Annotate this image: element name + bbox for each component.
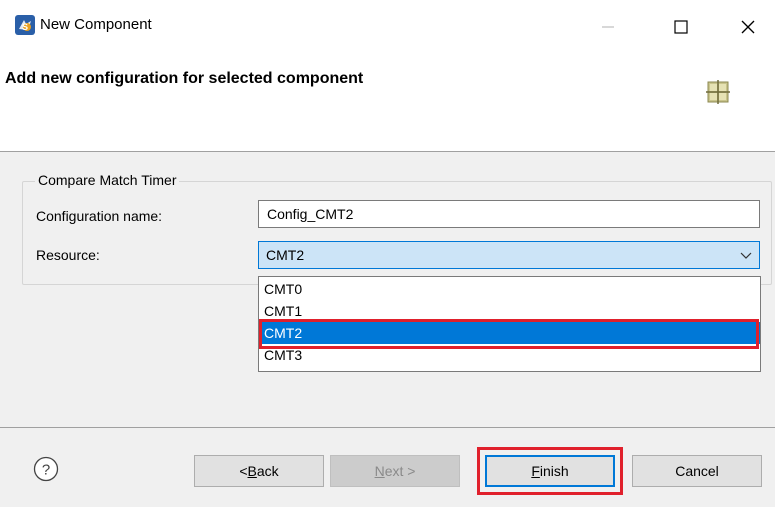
compare-match-timer-group: [22, 181, 772, 285]
group-legend: Compare Match Timer: [35, 172, 180, 188]
maximize-button[interactable]: [658, 10, 704, 44]
resource-label: Resource:: [36, 247, 100, 263]
app-icon: S: [15, 15, 35, 35]
configuration-name-input[interactable]: [258, 200, 760, 228]
new-component-dialog: S New Component Add new configuration fo…: [0, 0, 775, 507]
next-button-rest: ext >: [384, 463, 416, 479]
chevron-down-icon[interactable]: [739, 248, 753, 262]
finish-button-highlight: [477, 447, 623, 495]
close-button[interactable]: [725, 10, 771, 44]
title-bar[interactable]: S New Component: [0, 0, 775, 50]
wizard-body: Compare Match Timer Configuration name: …: [0, 152, 775, 427]
wizard-header: Add new configuration for selected compo…: [0, 50, 775, 152]
svg-text:S: S: [22, 22, 28, 32]
minimize-button[interactable]: [585, 10, 631, 44]
svg-text:?: ?: [42, 462, 50, 479]
back-button-mnemonic: B: [247, 463, 257, 479]
wizard-footer: ? < Back Next > Finish Cancel: [0, 427, 775, 507]
resource-select[interactable]: CMT2: [258, 241, 760, 269]
dropdown-option-cmt0[interactable]: CMT0: [259, 278, 760, 300]
next-button[interactable]: Next >: [330, 455, 460, 487]
window-title: New Component: [40, 16, 152, 33]
configuration-name-label: Configuration name:: [36, 208, 163, 224]
next-button-mnemonic: N: [374, 463, 385, 479]
back-button-rest: ack: [256, 463, 279, 479]
selected-option-highlight: [259, 319, 759, 349]
component-grid-icon: [706, 80, 730, 104]
back-button[interactable]: < Back: [194, 455, 324, 487]
resource-select-value: CMT2: [266, 247, 305, 263]
cancel-button[interactable]: Cancel: [632, 455, 762, 487]
help-icon[interactable]: ?: [33, 456, 59, 482]
wizard-title: Add new configuration for selected compo…: [5, 70, 364, 87]
back-button-prefix: <: [239, 463, 248, 479]
